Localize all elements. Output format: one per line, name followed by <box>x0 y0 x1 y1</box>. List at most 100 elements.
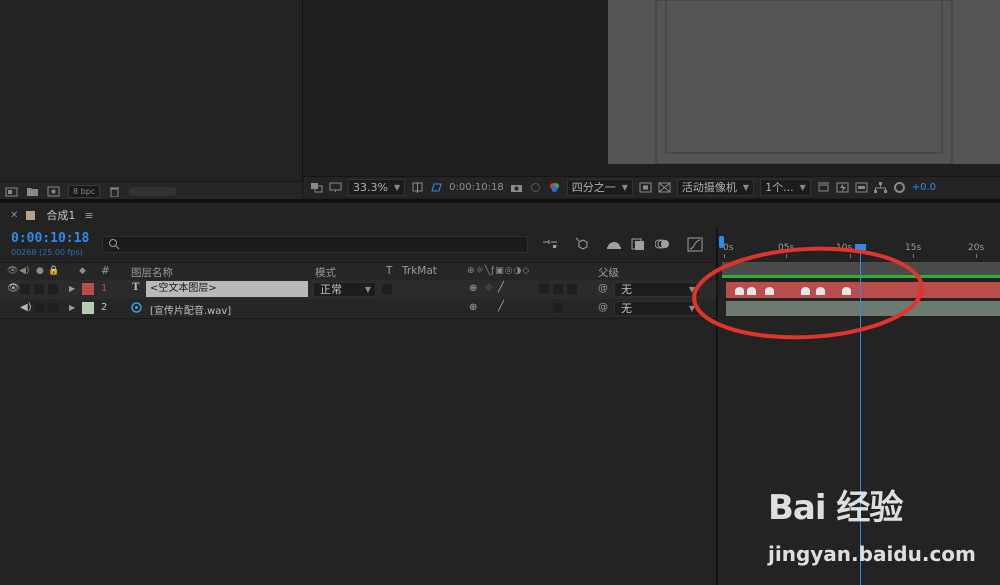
layer-name[interactable]: <空文本图层> <box>146 281 308 297</box>
keyframe-icon[interactable] <box>842 287 851 295</box>
color-channels-icon[interactable] <box>548 182 561 193</box>
zoom-select[interactable]: 33.3% ▼ <box>348 179 406 196</box>
keyframe-icon[interactable] <box>801 287 810 295</box>
watermark-url: jingyan.baidu.com <box>768 542 976 566</box>
lock-slot[interactable] <box>48 303 58 313</box>
eye-icon[interactable]: 👁 <box>7 283 20 294</box>
frame-blending-icon[interactable] <box>630 237 646 252</box>
work-area-start-handle[interactable] <box>719 236 724 248</box>
tab-composition[interactable]: 合成1 <box>46 207 75 223</box>
viewer-toolbar: 33.3% ▼ 0:00:10:18 四分之一 ▼ 活动摄像机 ▼ 1个... ▼ +0… <box>304 176 1000 198</box>
preserve-transparency-slot[interactable] <box>382 284 392 294</box>
interpret-footage-icon[interactable] <box>5 186 18 197</box>
fast-preview-icon[interactable] <box>836 182 849 193</box>
fit-icon[interactable] <box>411 182 424 193</box>
index-column-header: # <box>101 265 110 277</box>
audio-footage-icon <box>131 302 142 316</box>
new-composition-icon[interactable] <box>47 186 60 197</box>
parent-select[interactable]: 无 ▼ <box>614 301 700 316</box>
pick-whip-icon[interactable]: @ <box>598 302 608 313</box>
ruler-tick <box>976 254 977 258</box>
solo-header-icon[interactable]: ● <box>36 266 44 276</box>
region-of-interest-icon[interactable] <box>639 182 652 193</box>
quality-switch-icon[interactable]: ╱ <box>498 301 504 312</box>
chevron-down-icon: ▼ <box>364 285 371 294</box>
motion-blur-slot[interactable] <box>539 284 549 294</box>
keyframe-icon[interactable] <box>816 287 825 295</box>
mask-path-icon[interactable] <box>430 182 443 193</box>
layer-search-input[interactable] <box>102 236 528 253</box>
ruler-tick <box>786 254 787 258</box>
timeline-icon[interactable] <box>855 182 868 193</box>
monitor-icon[interactable] <box>329 182 342 193</box>
collapse-switch-icon[interactable]: ☼ <box>484 283 493 294</box>
audio-toggle-slot[interactable] <box>20 284 30 294</box>
composition-canvas[interactable] <box>608 0 1000 164</box>
bpc-toggle[interactable]: 8 bpc <box>68 184 101 198</box>
layer-row[interactable]: ◀) ▶ 2 [宣传片配音.wav] ⊕ ╱ @ 无 ▼ <box>0 299 716 319</box>
chevron-down-icon: ▼ <box>799 183 806 192</box>
blend-mode-select[interactable]: 正常 ▼ <box>313 282 376 297</box>
adjustment-slot[interactable] <box>553 303 563 313</box>
adjustment-slot[interactable] <box>553 284 563 294</box>
current-time-indicator-line[interactable] <box>860 247 861 585</box>
composition-mini-flowchart-icon[interactable] <box>542 237 558 252</box>
t-column-header: T <box>386 265 393 277</box>
always-preview-icon[interactable] <box>310 182 323 193</box>
audio-layer-duration-bar[interactable] <box>726 301 1000 316</box>
close-icon[interactable]: ✕ <box>10 210 18 221</box>
solo-slot[interactable] <box>34 284 44 294</box>
layer-name-column-header[interactable]: 图层名称 <box>131 265 173 280</box>
draft-3d-icon[interactable] <box>575 237 591 252</box>
work-area-bar[interactable] <box>722 262 1000 275</box>
trash-icon[interactable] <box>108 186 121 197</box>
frame-info: 00268 (25.00 fps) <box>11 248 83 257</box>
keyframe-icon[interactable] <box>747 287 756 295</box>
views-select[interactable]: 1个... ▼ <box>760 179 811 196</box>
timeline-divider[interactable] <box>716 227 718 585</box>
label-color-swatch[interactable] <box>82 283 94 295</box>
shy-switch-icon[interactable]: ⊕ <box>469 302 477 313</box>
project-footer: 8 bpc <box>0 181 302 200</box>
new-folder-icon[interactable] <box>26 186 39 197</box>
graph-editor-icon[interactable] <box>687 237 703 252</box>
layer-name[interactable]: [宣传片配音.wav] <box>150 302 231 317</box>
3d-layer-slot[interactable] <box>567 284 577 294</box>
current-time-display[interactable]: 0:00:10:18 <box>11 231 89 246</box>
speaker-icon[interactable]: ◀) <box>20 302 32 313</box>
audio-toggle-header-icon[interactable]: ◀) <box>19 266 29 276</box>
label-header-icon[interactable]: ◆ <box>79 266 86 276</box>
keyframe-icon[interactable] <box>735 287 744 295</box>
show-snapshot-icon[interactable] <box>529 182 542 193</box>
parent-column-header: 父级 <box>598 267 619 279</box>
trkmat-column-header: TrkMat <box>402 265 437 277</box>
chevron-down-icon: ▼ <box>688 285 695 294</box>
label-color-swatch[interactable] <box>82 302 94 314</box>
solo-slot[interactable] <box>34 303 44 313</box>
lock-header-icon[interactable]: 🔒 <box>48 266 59 276</box>
transparency-grid-icon[interactable] <box>658 182 671 193</box>
lock-slot[interactable] <box>48 284 58 294</box>
camera-snapshot-icon[interactable] <box>510 182 523 193</box>
project-panel <box>0 0 303 181</box>
panel-menu-icon[interactable]: ≡ <box>84 209 93 222</box>
shy-layers-icon[interactable] <box>606 237 622 252</box>
layer-row[interactable]: 👁 ▶ 1 T <空文本图层> 正常 ▼ ⊕ ☼ ╱ @ 无 ▼ <box>0 280 716 299</box>
quality-switch-icon[interactable]: ╱ <box>498 282 504 293</box>
video-toggle-header-icon[interactable]: 👁 <box>7 266 18 276</box>
resolution-select[interactable]: 四分之一 ▼ <box>566 179 633 196</box>
keyframe-icon[interactable] <box>765 287 774 295</box>
flowchart-icon[interactable] <box>873 182 887 193</box>
expand-triangle-icon[interactable]: ▶ <box>69 303 75 312</box>
shy-switch-icon[interactable]: ⊕ <box>469 283 477 294</box>
parent-select[interactable]: 无 ▼ <box>614 282 700 297</box>
exposure-value[interactable]: +0.0 <box>912 182 936 193</box>
viewer-timecode[interactable]: 0:00:10:18 <box>449 182 504 193</box>
expand-triangle-icon[interactable]: ▶ <box>69 284 75 293</box>
motion-blur-icon[interactable] <box>654 237 671 252</box>
camera-select[interactable]: 活动摄像机 ▼ <box>676 179 755 196</box>
reset-exposure-icon[interactable] <box>893 182 906 193</box>
project-scrollbar[interactable] <box>129 186 178 196</box>
pick-whip-icon[interactable]: @ <box>598 283 608 294</box>
toggle-pixel-aspect-icon[interactable] <box>817 182 830 193</box>
